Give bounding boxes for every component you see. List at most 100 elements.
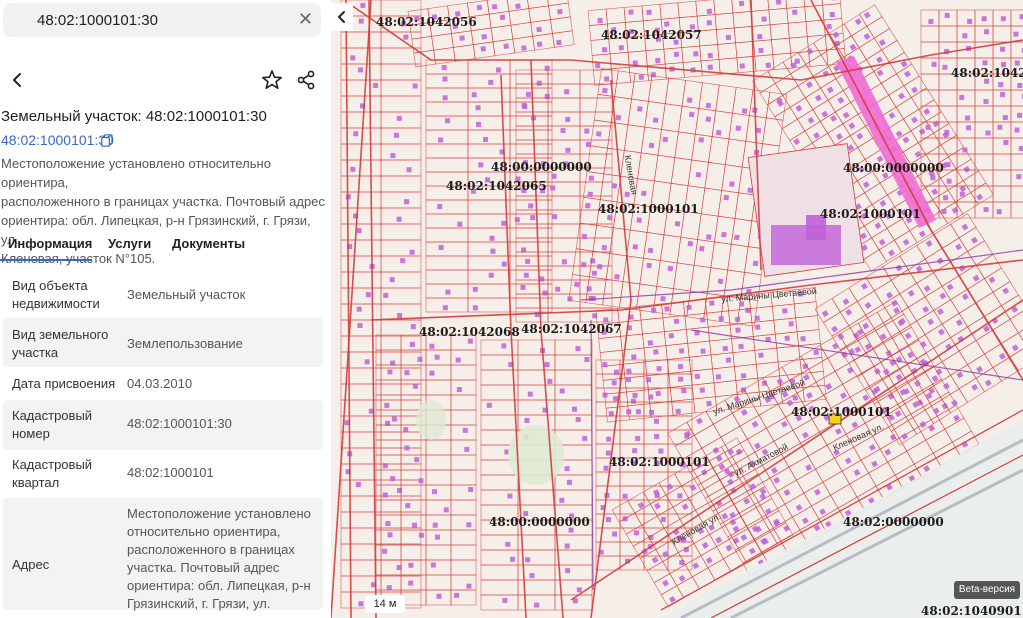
parcel-boundary[interactable]: [938, 9, 958, 27]
parcel-boundary[interactable]: [848, 314, 875, 340]
parcel-boundary[interactable]: [450, 469, 477, 486]
parcel-boundary[interactable]: [380, 63, 422, 81]
parcel-boundary[interactable]: [687, 340, 712, 358]
parcel-boundary[interactable]: [643, 359, 669, 375]
parcel-boundary[interactable]: [626, 389, 651, 407]
parcel-boundary[interactable]: [649, 494, 674, 517]
parcel-boundary[interactable]: [774, 73, 799, 96]
parcel-boundary[interactable]: [941, 312, 968, 338]
map-collapse-button[interactable]: [331, 3, 353, 31]
parcel-boundary[interactable]: [400, 544, 427, 561]
parcel-boundary[interactable]: [400, 499, 427, 516]
parcel-boundary[interactable]: [546, 0, 569, 7]
parcel-boundary[interactable]: [400, 484, 427, 501]
parcel-boundary[interactable]: [517, 339, 556, 356]
parcel-boundary[interactable]: [425, 439, 452, 456]
parcel-boundary[interactable]: [690, 368, 715, 386]
parcel-boundary[interactable]: [873, 28, 898, 51]
parcel-boundary[interactable]: [933, 337, 960, 363]
parcel-boundary[interactable]: [1010, 41, 1023, 59]
parcel-boundary[interactable]: [425, 199, 469, 215]
parcel-boundary[interactable]: [593, 68, 613, 86]
parcel-boundary[interactable]: [774, 106, 798, 130]
parcel-boundary[interactable]: [992, 121, 1012, 139]
parcel-boundary[interactable]: [958, 340, 985, 366]
parcel-boundary[interactable]: [552, 30, 575, 48]
parcel-boundary[interactable]: [967, 278, 994, 304]
cadastral-label[interactable]: 48:02:1042068: [419, 325, 520, 339]
parcel-boundary[interactable]: [425, 129, 469, 145]
parcel-boundary[interactable]: [450, 529, 477, 546]
parcel-boundary[interactable]: [375, 529, 402, 546]
parcel-boundary[interactable]: [547, 97, 581, 113]
parcel-boundary[interactable]: [754, 54, 775, 72]
parcel-boundary[interactable]: [768, 7, 789, 26]
parcel-boundary[interactable]: [1010, 201, 1023, 219]
parcel-boundary[interactable]: [547, 83, 581, 99]
parcel-boundary[interactable]: [425, 484, 452, 501]
parcel-boundary[interactable]: [425, 379, 452, 396]
parcel-boundary[interactable]: [974, 121, 994, 139]
parcel-boundary[interactable]: [1009, 308, 1023, 334]
parcel-boundary[interactable]: [515, 125, 549, 141]
parcel-boundary[interactable]: [769, 22, 790, 41]
parcel-boundary[interactable]: [920, 105, 940, 123]
parcel-boundary[interactable]: [340, 271, 382, 289]
parcel-boundary[interactable]: [554, 414, 593, 431]
parcel-boundary[interactable]: [677, 0, 698, 19]
parcel-boundary[interactable]: [974, 153, 994, 171]
parcel-boundary[interactable]: [950, 288, 977, 314]
parcel-boundary[interactable]: [992, 201, 1012, 219]
parcel-boundary[interactable]: [863, 249, 887, 272]
parcel-boundary[interactable]: [771, 37, 791, 56]
parcel-boundary[interactable]: [547, 265, 581, 281]
parcel-boundary[interactable]: [554, 534, 593, 551]
parcel-boundary[interactable]: [649, 400, 674, 418]
parcel-boundary[interactable]: [380, 159, 422, 177]
parcel-boundary[interactable]: [480, 384, 519, 401]
parcel-boundary[interactable]: [851, 25, 875, 49]
parcel-boundary[interactable]: [723, 549, 747, 572]
parcel-boundary[interactable]: [732, 350, 757, 367]
parcel-boundary[interactable]: [375, 499, 402, 516]
parcel-boundary[interactable]: [340, 287, 382, 305]
parcel-boundary[interactable]: [579, 97, 613, 113]
parcel-boundary[interactable]: [754, 347, 779, 365]
parcel-boundary[interactable]: [433, 47, 456, 65]
copy-icon[interactable]: [101, 134, 113, 147]
parcel-boundary[interactable]: [992, 169, 1012, 187]
parcel-boundary[interactable]: [890, 420, 918, 446]
parcel-boundary[interactable]: [772, 52, 793, 70]
parcel-boundary[interactable]: [886, 218, 911, 241]
parcel-boundary[interactable]: [938, 89, 958, 107]
parcel-boundary[interactable]: [634, 503, 658, 526]
parcel-boundary[interactable]: [720, 437, 745, 460]
parcel-boundary[interactable]: [340, 431, 382, 449]
parcel-boundary[interactable]: [619, 415, 645, 431]
parcel-boundary[interactable]: [992, 318, 1019, 344]
parcel-boundary[interactable]: [962, 170, 987, 193]
parcel-boundary[interactable]: [795, 315, 820, 333]
parcel-boundary[interactable]: [924, 323, 952, 349]
parcel-boundary[interactable]: [425, 59, 469, 75]
parcel-boundary[interactable]: [899, 320, 926, 346]
parcel-boundary[interactable]: [695, 0, 716, 17]
parcel-boundary[interactable]: [547, 111, 581, 127]
parcel-boundary[interactable]: [375, 334, 402, 351]
search-input[interactable]: 48:02:1000101:30: [37, 12, 158, 29]
parcel-boundary[interactable]: [609, 51, 630, 70]
parcel-boundary[interactable]: [380, 0, 422, 17]
parcel-boundary[interactable]: [380, 175, 422, 193]
parcel-boundary[interactable]: [450, 559, 477, 576]
parcel-boundary[interactable]: [380, 143, 422, 161]
parcel-boundary[interactable]: [375, 439, 402, 456]
parcel-boundary[interactable]: [425, 101, 469, 117]
parcel-boundary[interactable]: [579, 111, 613, 127]
parcel-boundary[interactable]: [933, 261, 960, 287]
parcel-boundary[interactable]: [450, 439, 477, 456]
parcel-boundary[interactable]: [667, 415, 693, 431]
parcel-boundary[interactable]: [762, 117, 784, 147]
cadastral-label[interactable]: 48:00:0000000: [491, 160, 592, 174]
parcel-boundary[interactable]: [848, 276, 875, 302]
parcel-boundary[interactable]: [425, 157, 469, 173]
